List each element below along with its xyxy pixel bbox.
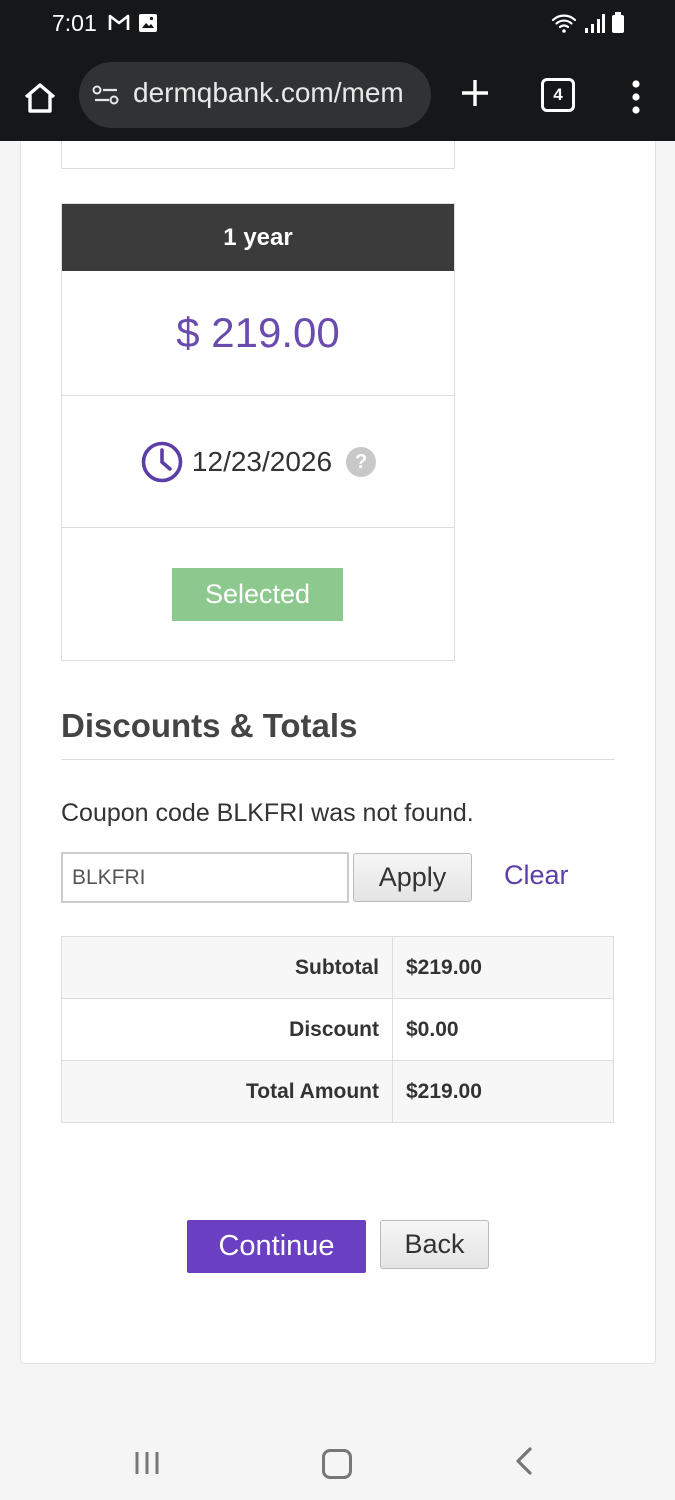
totals-table: Subtotal $219.00 Discount $0.00 Total Am… bbox=[61, 936, 614, 1123]
table-row: Discount $0.00 bbox=[61, 998, 614, 1061]
signal-icon bbox=[585, 14, 605, 33]
plan-price: $ 219.00 bbox=[62, 271, 454, 396]
coupon-error-message: Coupon code BLKFRI was not found. bbox=[61, 799, 474, 827]
address-bar[interactable]: dermqbank.com/mem bbox=[79, 62, 431, 128]
battery-icon bbox=[612, 12, 624, 33]
image-icon bbox=[139, 14, 157, 32]
tab-count: 4 bbox=[553, 85, 563, 104]
tab-switcher-button[interactable]: 4 bbox=[541, 78, 575, 112]
browser-toolbar: dermqbank.com/mem 4 bbox=[0, 52, 675, 141]
url-text: dermqbank.com/mem bbox=[133, 77, 404, 108]
discount-label: Discount bbox=[61, 998, 393, 1061]
clock-icon bbox=[141, 441, 183, 482]
site-settings-icon[interactable] bbox=[91, 83, 121, 107]
expiry-date: 12/23/2026 bbox=[191, 445, 333, 477]
apply-coupon-button[interactable]: Apply bbox=[353, 853, 472, 902]
status-time: 7:01 bbox=[52, 10, 97, 36]
previous-plan-box bbox=[61, 141, 455, 169]
discount-value: $0.00 bbox=[392, 998, 614, 1061]
back-button[interactable]: Back bbox=[380, 1220, 489, 1269]
back-nav-icon[interactable] bbox=[513, 1446, 535, 1476]
system-nav-bar bbox=[0, 1410, 675, 1500]
plan-option-card: 1 year $ 219.00 12/23/2026 ? Selected bbox=[61, 203, 455, 661]
more-menu-icon[interactable] bbox=[630, 80, 642, 114]
subtotal-label: Subtotal bbox=[61, 936, 393, 999]
status-bar: 7:01 bbox=[0, 0, 675, 52]
discounts-heading: Discounts & Totals bbox=[61, 707, 358, 744]
plan-term: 1 year bbox=[62, 204, 454, 271]
section-divider bbox=[61, 759, 615, 760]
help-icon[interactable]: ? bbox=[346, 446, 377, 477]
recent-apps-icon[interactable] bbox=[133, 1450, 161, 1476]
total-amount-value: $219.00 bbox=[392, 1060, 614, 1123]
table-row: Total Amount $219.00 bbox=[61, 1060, 614, 1123]
plan-expiry: 12/23/2026 ? bbox=[62, 396, 454, 528]
coupon-code-input[interactable]: BLKFRI bbox=[61, 852, 349, 903]
total-amount-label: Total Amount bbox=[61, 1060, 393, 1123]
page-card: 1 year $ 219.00 12/23/2026 ? Selected Di… bbox=[20, 141, 656, 1364]
plan-select-area: Selected bbox=[62, 528, 454, 660]
wifi-icon bbox=[551, 14, 577, 33]
new-tab-icon[interactable] bbox=[458, 76, 492, 110]
gmail-icon bbox=[108, 14, 130, 30]
selected-button[interactable]: Selected bbox=[172, 568, 343, 621]
table-row: Subtotal $219.00 bbox=[61, 936, 614, 999]
home-nav-icon[interactable] bbox=[322, 1449, 352, 1479]
home-icon[interactable] bbox=[20, 78, 60, 118]
clear-coupon-link[interactable]: Clear bbox=[504, 860, 569, 891]
subtotal-value: $219.00 bbox=[392, 936, 614, 999]
continue-button[interactable]: Continue bbox=[187, 1220, 366, 1273]
